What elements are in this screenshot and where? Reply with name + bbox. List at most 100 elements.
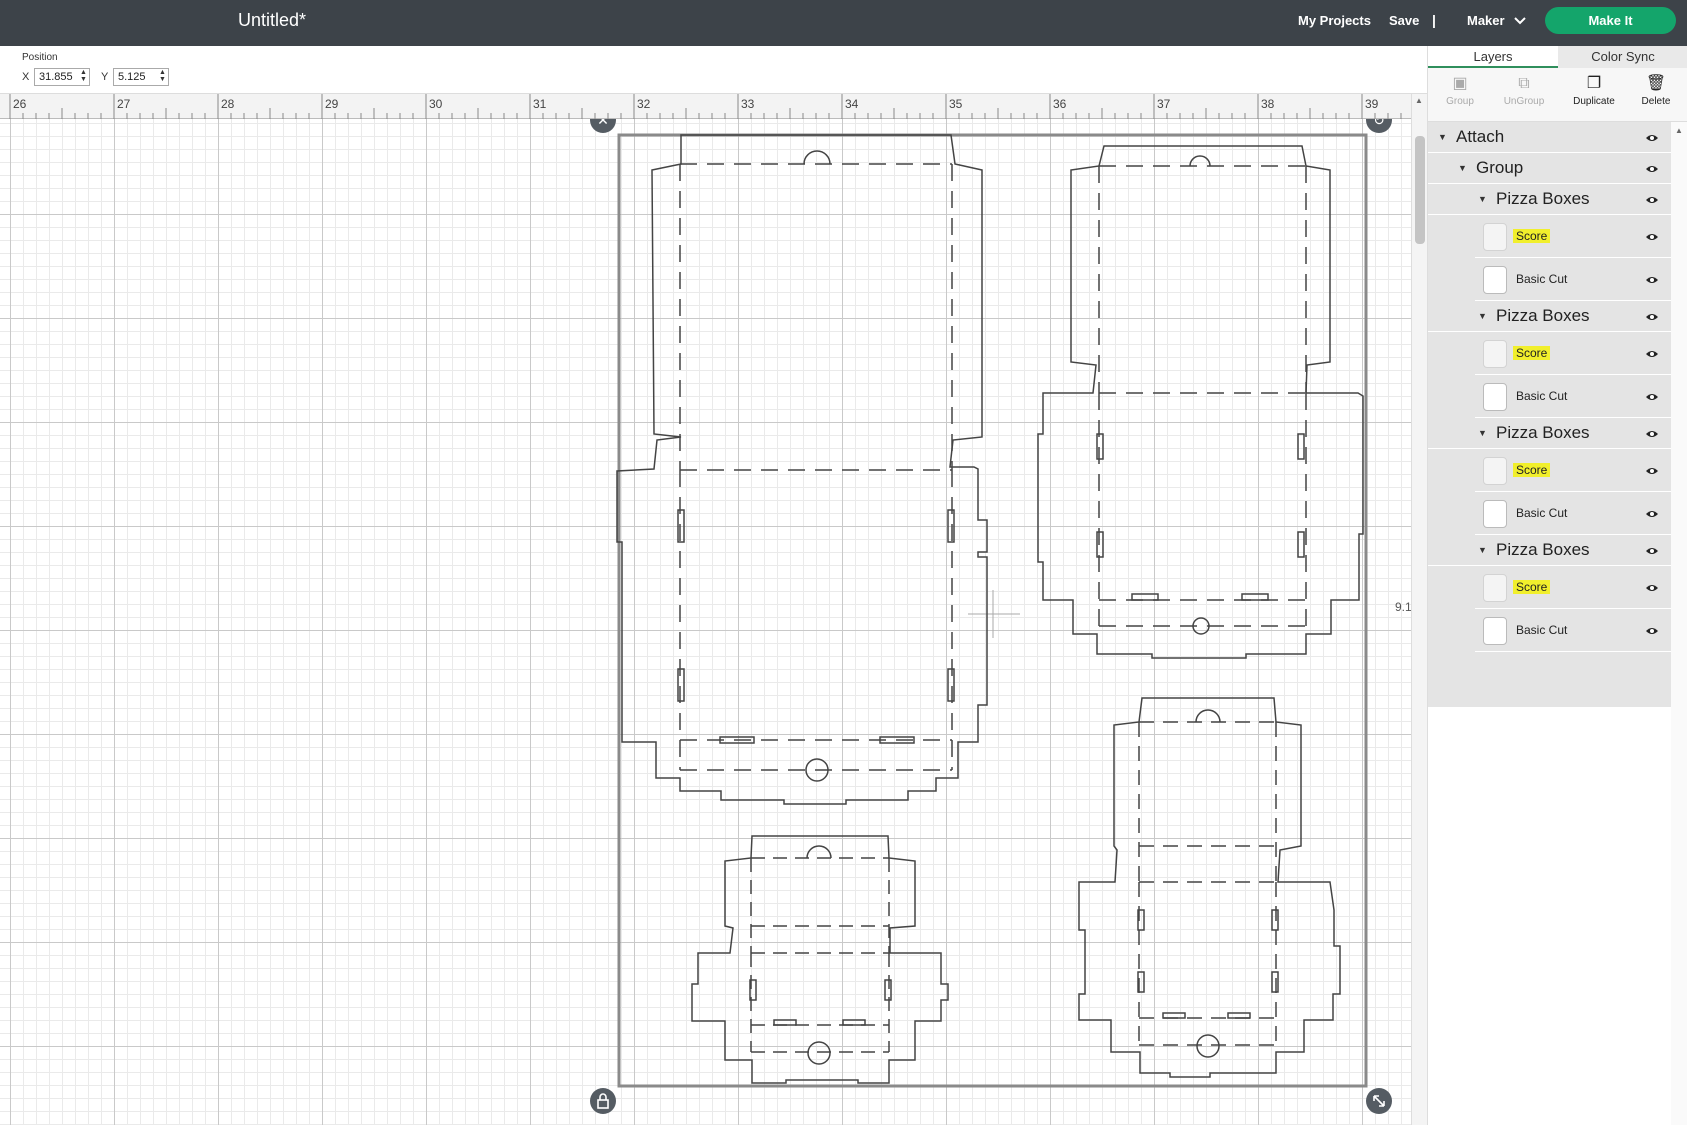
eye-icon[interactable] (1645, 133, 1659, 143)
caret-down-icon[interactable]: ▼ (1478, 428, 1487, 438)
eye-icon[interactable] (1645, 546, 1659, 556)
layer-pizza-boxes[interactable]: ▼ Pizza Boxes (1428, 301, 1671, 332)
duplicate-button[interactable]: ❐ Duplicate (1562, 72, 1626, 118)
layer-basic-cut[interactable]: Basic Cut (1475, 375, 1671, 418)
eye-icon[interactable] (1645, 626, 1659, 636)
eye-icon[interactable] (1645, 275, 1659, 285)
project-title[interactable]: Untitled* (238, 10, 306, 31)
my-projects-link[interactable]: My Projects (1298, 13, 1371, 28)
lock-icon[interactable] (590, 1088, 616, 1114)
layer-pizza-boxes[interactable]: ▼ Pizza Boxes (1428, 418, 1671, 449)
canvas-scrollbar[interactable]: ▲ (1411, 94, 1427, 1125)
basic-cut-thumbnail (1483, 500, 1507, 528)
score-thumbnail (1483, 340, 1507, 368)
layer-pizza-boxes[interactable]: ▼ Pizza Boxes (1428, 184, 1671, 215)
ungroup-button[interactable]: ⧉ UnGroup (1492, 72, 1556, 118)
ruler-label: 27 (117, 97, 130, 111)
eye-icon[interactable] (1645, 232, 1659, 242)
eye-icon[interactable] (1645, 349, 1659, 359)
layer-basic-cut[interactable]: Basic Cut (1475, 258, 1671, 301)
pizza-box-templates[interactable] (0, 119, 1411, 1125)
chevron-down-icon[interactable] (1512, 12, 1528, 28)
score-label: Score (1513, 346, 1550, 360)
ruler-label: 36 (1053, 97, 1066, 111)
group-button[interactable]: ▣ Group (1428, 72, 1492, 118)
attach-label: Attach (1456, 127, 1504, 147)
layer-score[interactable]: Score (1475, 215, 1671, 258)
eye-icon[interactable] (1645, 195, 1659, 205)
machine-select[interactable]: Maker (1467, 13, 1505, 28)
eye-icon[interactable] (1645, 429, 1659, 439)
delete-button[interactable]: 🗑 Delete (1624, 72, 1687, 118)
pizza-box-1 (617, 135, 987, 804)
ruler-label: 26 (13, 97, 26, 111)
layer-actions: ▣ Group ⧉ UnGroup ❐ Duplicate 🗑 Delete (1428, 68, 1687, 122)
eye-icon[interactable] (1645, 164, 1659, 174)
delete-label: Delete (1642, 96, 1671, 107)
layer-score[interactable]: Score (1475, 449, 1671, 492)
layer-score[interactable]: Score (1475, 566, 1671, 609)
pizza-boxes-label: Pizza Boxes (1496, 423, 1590, 443)
scroll-thumb[interactable] (1415, 136, 1425, 244)
trash-icon: 🗑 (1624, 72, 1687, 96)
edit-toolbar: Position X 31.855 ▲▼ Y 5.125 ▲▼ (0, 46, 1427, 94)
scroll-up-icon[interactable]: ▲ (1675, 126, 1683, 135)
height-dimension-label: 9.1 (1395, 600, 1411, 614)
ruler-label: 31 (533, 97, 546, 111)
eye-icon[interactable] (1645, 583, 1659, 593)
score-label: Score (1513, 463, 1550, 477)
pizza-boxes-label: Pizza Boxes (1496, 306, 1590, 326)
panel-tabs: Layers Color Sync (1428, 46, 1687, 68)
pizza-boxes-label: Pizza Boxes (1496, 189, 1590, 209)
group-icon: ▣ (1428, 72, 1492, 96)
ruler-ticks (0, 94, 1411, 119)
score-thumbnail (1483, 457, 1507, 485)
score-label: Score (1513, 580, 1550, 594)
layer-basic-cut[interactable]: Basic Cut (1475, 492, 1671, 535)
ungroup-icon: ⧉ (1492, 72, 1556, 96)
layer-score[interactable]: Score (1475, 332, 1671, 375)
x-stepper-icon[interactable]: ▲▼ (79, 69, 88, 85)
y-stepper-icon[interactable]: ▲▼ (158, 69, 167, 85)
ungroup-label: UnGroup (1504, 96, 1545, 107)
layer-basic-cut[interactable]: Basic Cut (1475, 609, 1671, 652)
resize-icon[interactable] (1366, 1088, 1392, 1114)
position-label: Position (22, 52, 58, 63)
caret-down-icon[interactable]: ▼ (1478, 194, 1487, 204)
tab-layers[interactable]: Layers (1428, 46, 1558, 68)
caret-down-icon[interactable]: ▼ (1478, 311, 1487, 321)
pizza-boxes-label: Pizza Boxes (1496, 540, 1590, 560)
ruler-label: 29 (325, 97, 338, 111)
horizontal-ruler: 2627282930313233343536373839 (0, 94, 1411, 119)
make-it-button[interactable]: Make It (1545, 7, 1676, 34)
scroll-up-icon[interactable]: ▲ (1415, 96, 1423, 105)
eye-icon[interactable] (1645, 466, 1659, 476)
layer-pizza-boxes[interactable]: ▼ Pizza Boxes (1428, 535, 1671, 566)
tab-color-sync[interactable]: Color Sync (1558, 46, 1687, 68)
layer-group[interactable]: ▼ Group (1428, 153, 1671, 184)
eye-icon[interactable] (1645, 392, 1659, 402)
eye-icon[interactable] (1645, 509, 1659, 519)
x-label: X (22, 71, 29, 83)
caret-down-icon[interactable]: ▼ (1478, 545, 1487, 555)
layers-scrollbar[interactable]: ▲ (1671, 122, 1687, 1125)
eye-icon[interactable] (1645, 312, 1659, 322)
group-layer-label: Group (1476, 158, 1523, 178)
save-link[interactable]: Save (1389, 13, 1419, 28)
ruler-label: 34 (845, 97, 858, 111)
layer-attach[interactable]: ▼ Attach (1428, 122, 1671, 153)
basic-cut-label: Basic Cut (1513, 506, 1570, 520)
layers-tree: ▼ Attach ▼ Group ▼ Pizza Boxes Score Basic … (1428, 122, 1671, 707)
basic-cut-label: Basic Cut (1513, 389, 1570, 403)
basic-cut-label: Basic Cut (1513, 272, 1570, 286)
ruler-label: 37 (1157, 97, 1170, 111)
ruler-label: 35 (949, 97, 962, 111)
ruler-label: 30 (429, 97, 442, 111)
caret-down-icon[interactable]: ▼ (1438, 132, 1447, 142)
duplicate-label: Duplicate (1573, 96, 1615, 107)
design-canvas[interactable]: ✕ ↻ 9.1 (0, 119, 1411, 1125)
basic-cut-thumbnail (1483, 617, 1507, 645)
pizza-box-2 (1038, 146, 1363, 658)
caret-down-icon[interactable]: ▼ (1458, 163, 1467, 173)
basic-cut-thumbnail (1483, 383, 1507, 411)
